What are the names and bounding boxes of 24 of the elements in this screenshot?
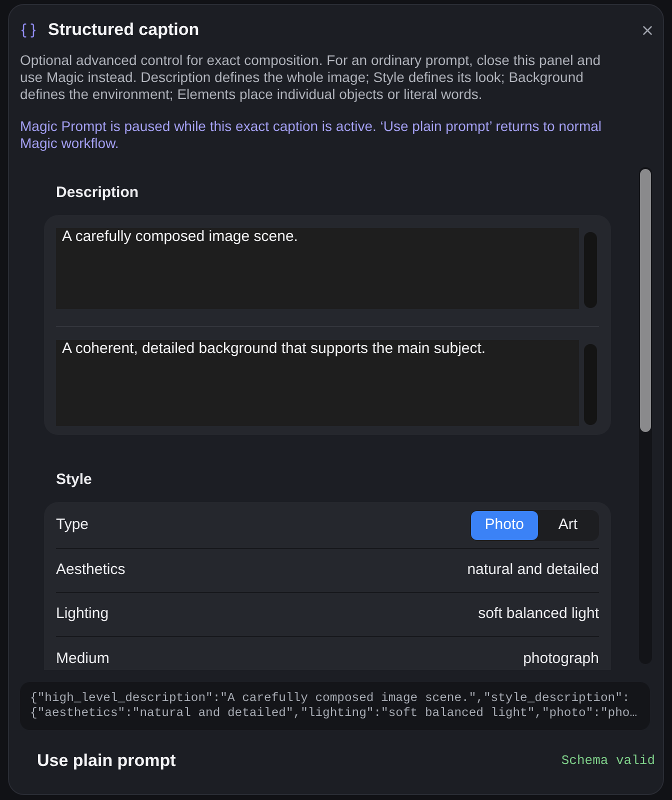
text-field[interactable]: A coherent, detailed background that supports the main subject. [56, 340, 579, 426]
segment-option[interactable]: Photo [470, 510, 538, 540]
scrollbar-track[interactable] [584, 344, 597, 425]
text-field[interactable]: A carefully composed image scene. [56, 228, 579, 309]
row-value: photograph [523, 648, 599, 669]
intro-text: Optional advanced control for exact composition. For an ordinary prompt, close this panel and use Magic instead. Description defines the whole image; Style defines its look; Background defines the environment; Elements place individual objects or literal words. [20, 52, 602, 103]
braces-icon [20, 22, 37, 38]
section-heading: Description [56, 183, 139, 203]
dialog-title: Structured caption [48, 19, 200, 42]
row-label: Medium [56, 648, 110, 669]
section-heading: Style [56, 470, 92, 490]
schema-status: Schema valid [561, 752, 655, 770]
row-label: Lighting [56, 604, 109, 624]
row-value: natural and detailed [467, 560, 599, 580]
segment-option[interactable]: Art [538, 510, 598, 540]
row-label: Type [56, 514, 89, 535]
scrollbar-track[interactable] [639, 167, 652, 664]
json-preview: {"high_level_description":"A carefully composed image scene.","style_description": {"aesthetics":"natural and detailed","lighting":"soft balanced light","photo":"pho… [20, 682, 650, 730]
scrollbar-track[interactable] [584, 232, 597, 308]
scrollbar-thumb[interactable] [640, 169, 651, 432]
notice-text: Magic Prompt is paused while this exact caption is active. ‘Use plain prompt’ returns to normal Magic workflow. [20, 118, 603, 152]
row-value: soft balanced light [478, 604, 599, 624]
row-label: Aesthetics [56, 560, 126, 580]
plain-prompt-button[interactable]: Use plain prompt [37, 748, 176, 774]
